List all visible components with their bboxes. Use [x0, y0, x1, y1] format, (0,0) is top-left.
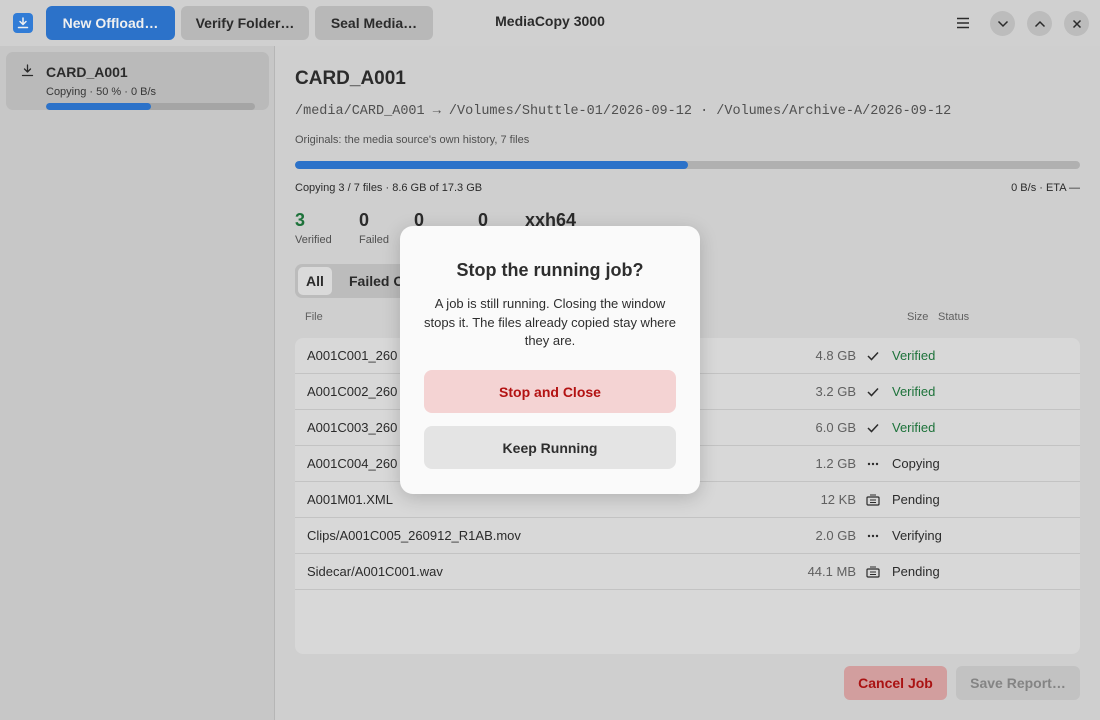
stop-job-dialog: Stop the running job? A job is still run… — [400, 226, 700, 494]
keep-running-button[interactable]: Keep Running — [424, 426, 676, 469]
dialog-body: A job is still running. Closing the wind… — [424, 296, 676, 348]
stop-and-close-button[interactable]: Stop and Close — [424, 370, 676, 413]
dialog-title: Stop the running job? — [456, 260, 644, 280]
